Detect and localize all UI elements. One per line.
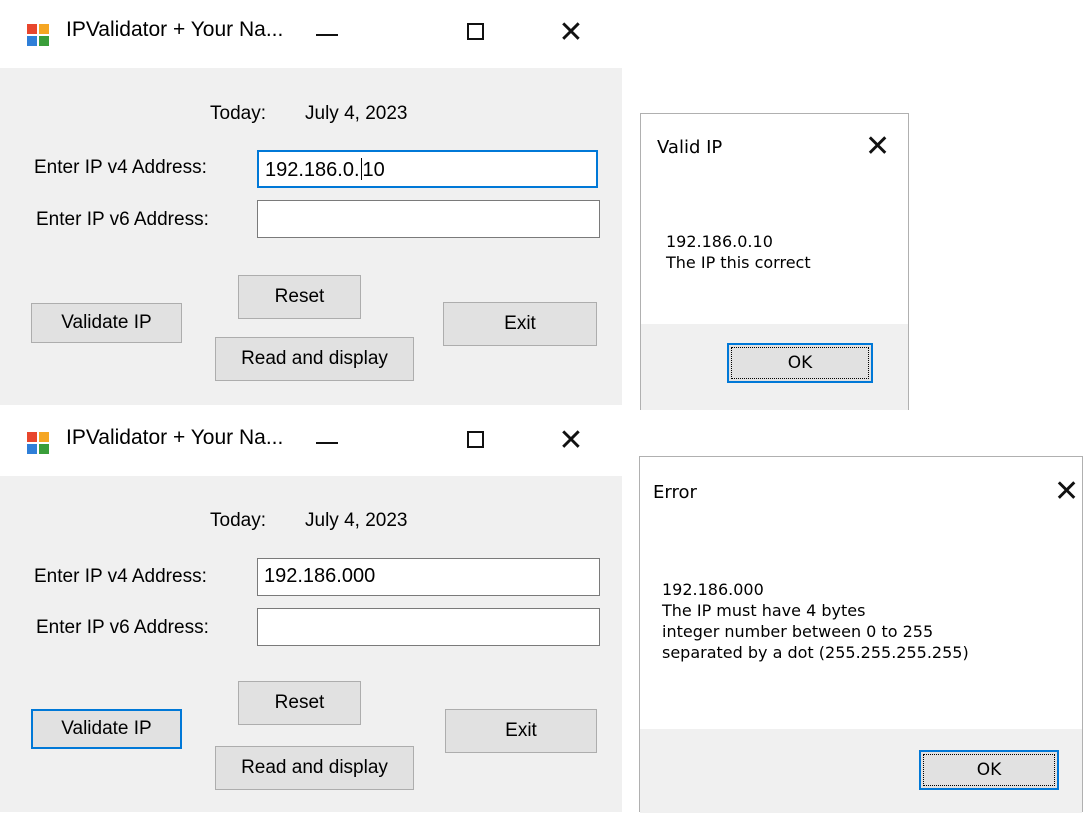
dialog-title: Valid IP (657, 137, 723, 158)
today-label: Today: (210, 510, 266, 531)
message-line: The IP this correct (666, 253, 811, 272)
ok-button[interactable]: OK (919, 750, 1059, 790)
validate-ip-button[interactable]: Validate IP (31, 709, 182, 749)
minimize-icon[interactable] (304, 10, 350, 56)
today-date: July 4, 2023 (305, 103, 408, 124)
reset-button[interactable]: Reset (238, 681, 361, 725)
close-icon[interactable]: ✕ (548, 10, 594, 56)
title-bar[interactable]: IPValidator + Your Na... ✕ (0, 408, 622, 476)
close-icon[interactable]: ✕ (865, 132, 890, 162)
ipv4-input[interactable]: 192.186.000 (257, 558, 600, 596)
text-caret (360, 158, 362, 180)
today-label: Today: (210, 103, 266, 124)
validate-ip-button[interactable]: Validate IP (31, 303, 182, 343)
reset-button[interactable]: Reset (238, 275, 361, 319)
maximize-icon[interactable] (453, 418, 499, 464)
ipv4-label: Enter IP v4 Address: (34, 566, 207, 587)
app-window-icon (27, 432, 49, 454)
window-title: IPValidator + Your Na... (66, 426, 284, 449)
ipv4-input[interactable]: 192.186.0. 10 (257, 150, 598, 188)
exit-button[interactable]: Exit (443, 302, 597, 346)
ipv6-input[interactable] (257, 608, 600, 646)
valid-ip-dialog: Valid IP ✕ 192.186.0.10 The IP this corr… (640, 113, 909, 410)
ipv6-label: Enter IP v6 Address: (36, 209, 209, 230)
ipvalidator-window-1: IPValidator + Your Na... ✕ Today: July 4… (0, 0, 622, 405)
ok-button[interactable]: OK (727, 343, 873, 383)
exit-button[interactable]: Exit (445, 709, 597, 753)
ipv6-input[interactable] (257, 200, 600, 238)
message-line: separated by a dot (255.255.255.255) (662, 643, 969, 662)
read-and-display-button[interactable]: Read and display (215, 337, 414, 381)
dialog-message: 192.186.000 The IP must have 4 bytes int… (662, 579, 969, 663)
message-line: integer number between 0 to 255 (662, 622, 934, 641)
window-title: IPValidator + Your Na... (66, 18, 284, 41)
app-window-icon (27, 24, 49, 46)
ipv4-input-text-before-caret: 192.186.0. (265, 159, 360, 181)
error-dialog: Error ✕ 192.186.000 The IP must have 4 b… (639, 456, 1083, 813)
today-date: July 4, 2023 (305, 510, 408, 531)
ipv4-input-text-after-caret: 10 (362, 159, 385, 181)
dialog-message: 192.186.0.10 The IP this correct (666, 231, 811, 273)
ipv4-label: Enter IP v4 Address: (34, 157, 207, 178)
ok-button-label: OK (787, 353, 813, 373)
message-line: 192.186.0.10 (666, 232, 773, 251)
message-line: 192.186.000 (662, 580, 764, 599)
ok-button-label: OK (976, 760, 1002, 780)
dialog-title: Error (653, 482, 697, 503)
maximize-icon[interactable] (453, 10, 499, 56)
read-and-display-button[interactable]: Read and display (215, 746, 414, 790)
message-line: The IP must have 4 bytes (662, 601, 866, 620)
ipv6-label: Enter IP v6 Address: (36, 617, 209, 638)
close-icon[interactable]: ✕ (1054, 477, 1079, 507)
title-bar[interactable]: IPValidator + Your Na... ✕ (0, 0, 622, 68)
minimize-icon[interactable] (304, 418, 350, 464)
close-icon[interactable]: ✕ (548, 418, 594, 464)
ipvalidator-window-2: IPValidator + Your Na... ✕ Today: July 4… (0, 408, 622, 812)
